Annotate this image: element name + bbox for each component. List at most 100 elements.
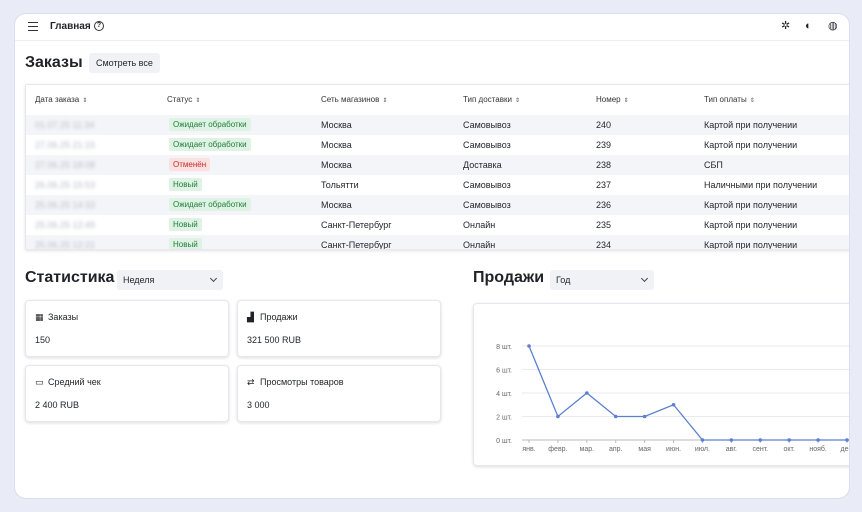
- data-point: [787, 438, 791, 442]
- y-tick-label: 8 шт.: [496, 344, 512, 351]
- table-row[interactable]: 01.07.25 11:34 Ожидает обработки Москва Сам…: [26, 115, 849, 135]
- sales-title: Продажи: [473, 269, 545, 286]
- status-badge: Новый: [169, 178, 202, 191]
- x-tick-label: авг.: [726, 446, 737, 453]
- app-window: Главная ? ✲ ◐ ◍ Заказы Смотреть все Дата…: [14, 13, 850, 499]
- cell-number: 234: [596, 240, 612, 250]
- chevron-down-icon: [640, 274, 649, 283]
- stat-card-value: 321 500 RUB: [247, 335, 302, 345]
- stat-card-sales: ▟ Продажи 321 500 RUB: [237, 300, 441, 357]
- status-badge: Ожидает обработки: [169, 138, 251, 151]
- cell-date: 25.06.25 12:49: [35, 220, 96, 230]
- bar-chart-icon: ▟: [247, 312, 254, 322]
- status-badge: Новый: [169, 238, 202, 249]
- question-circle-icon[interactable]: ?: [94, 21, 104, 31]
- x-tick-label: дек.: [841, 446, 851, 453]
- hamburger-menu-icon[interactable]: [28, 22, 38, 31]
- x-tick-label: янв.: [522, 446, 535, 453]
- y-tick-label: 6 шт.: [496, 368, 512, 375]
- globe-icon[interactable]: ◍: [828, 20, 838, 32]
- data-point: [816, 438, 820, 442]
- stat-card-label: Продажи: [260, 312, 298, 322]
- cell-number: 237: [596, 180, 612, 190]
- cell-payment: Картой при получении: [704, 140, 798, 150]
- cell-number: 238: [596, 160, 612, 170]
- views-icon: ⇄: [247, 377, 255, 387]
- cell-date: 27.06.25 21:15: [35, 140, 96, 150]
- table-row[interactable]: 25.06.25 14:33 Ожидает обработки Москва Сам…: [26, 195, 849, 215]
- cell-store: Санкт-Петербург: [321, 240, 392, 250]
- stat-card-value: 3 000: [247, 400, 270, 410]
- cell-date: 25.06.25 14:33: [35, 200, 96, 210]
- stat-card-product-views: ⇄ Просмотры товаров 3 000: [237, 365, 441, 422]
- orders-icon: ▦: [35, 312, 44, 322]
- cell-date: 27.06.25 18:08: [35, 160, 96, 170]
- x-tick-label: сент.: [752, 446, 768, 453]
- sort-icon: ⇕: [749, 98, 755, 104]
- sort-icon: ⇕: [82, 98, 88, 104]
- cell-delivery: Самовывоз: [463, 200, 511, 210]
- cell-store: Москва: [321, 120, 352, 130]
- column-header-date[interactable]: Дата заказа ⇕: [35, 95, 87, 104]
- column-header-status[interactable]: Статус ⇕: [167, 95, 200, 104]
- table-row[interactable]: 27.06.25 18:08 Отменён Москва Доставка 238 СБ…: [26, 155, 849, 175]
- status-badge: Ожидает обработки: [169, 198, 251, 211]
- status-badge: Отменён: [169, 158, 211, 171]
- see-all-button[interactable]: Смотреть все: [89, 53, 160, 73]
- cell-store: Тольятти: [321, 180, 359, 190]
- x-tick-label: нояб.: [809, 445, 827, 453]
- cell-payment: Картой при получении: [704, 240, 798, 250]
- column-header-number[interactable]: Номер ⇕: [596, 95, 629, 104]
- cell-delivery: Онлайн: [463, 220, 496, 230]
- cell-number: 239: [596, 140, 612, 150]
- table-row[interactable]: 26.06.25 15:53 Новый Тольятти Самовывоз 237 Н…: [26, 175, 849, 195]
- data-point: [845, 438, 849, 442]
- contrast-icon[interactable]: ◐: [805, 20, 812, 32]
- column-header-delivery[interactable]: Тип доставки ⇕: [463, 95, 520, 104]
- column-header-payment[interactable]: Тип оплаты ⇕: [704, 95, 755, 104]
- magic-wand-icon[interactable]: ✲: [781, 20, 790, 32]
- cell-payment: Наличными при получении: [704, 180, 818, 190]
- sales-chart-card: 0 шт. 2 шт. 4 шт. 6 шт. 8 шт. янв. февр. мар. ап…: [473, 303, 851, 466]
- cell-date: 25.06.25 12:21: [35, 240, 96, 250]
- sales-period-select[interactable]: Год: [550, 270, 654, 290]
- stat-card-label: Заказы: [48, 312, 79, 322]
- stat-card-label: Средний чек: [48, 377, 101, 387]
- x-tick-label: мая: [638, 446, 651, 453]
- data-point: [729, 438, 734, 442]
- y-tick-label: 4 шт.: [496, 391, 512, 398]
- table-row[interactable]: 25.06.25 12:21 Новый Санкт-Петербург Онлайн…: [26, 235, 849, 250]
- cell-payment: СБП: [704, 160, 723, 170]
- cell-payment: Картой при получении: [704, 200, 798, 210]
- data-point: [671, 402, 676, 407]
- table-row[interactable]: 25.06.25 12:49 Новый Санкт-Петербург Онлайн…: [26, 215, 849, 235]
- cell-number: 235: [596, 220, 612, 230]
- sales-line-chart: 0 шт. 2 шт. 4 шт. 6 шт. 8 шт. янв. февр. мар. ап…: [496, 344, 851, 453]
- statistics-title: Статистика: [25, 269, 115, 286]
- data-point: [556, 414, 560, 419]
- x-tick-label: февр.: [548, 446, 567, 453]
- statistics-period-select[interactable]: Неделя: [117, 270, 223, 290]
- cell-payment: Картой при получении: [704, 120, 798, 130]
- statistics-period-value: Неделя: [123, 275, 155, 285]
- table-row[interactable]: 27.06.25 21:15 Ожидает обработки Москва Сам…: [26, 135, 849, 155]
- cell-delivery: Самовывоз: [463, 140, 511, 150]
- column-header-store[interactable]: Сеть магазинов ⇕: [321, 95, 387, 104]
- cell-date: 01.07.25 11:34: [35, 120, 95, 130]
- orders-table: Дата заказа ⇕ Статус ⇕ Сеть магазинов ⇕ Тип…: [25, 84, 849, 250]
- cell-payment: Картой при получении: [704, 220, 798, 230]
- data-point: [758, 438, 763, 442]
- stat-card-average-check: ▭ Средний чек 2 400 RUB: [25, 365, 229, 422]
- data-point: [585, 391, 589, 395]
- data-point: [700, 438, 705, 442]
- table-header: Дата заказа ⇕ Статус ⇕ Сеть магазинов ⇕ Тип…: [26, 85, 849, 115]
- x-tick-label: апр.: [609, 446, 623, 453]
- cell-delivery: Доставка: [463, 160, 502, 170]
- sort-icon: ⇕: [623, 98, 629, 104]
- stat-card-orders: ▦ Заказы 150: [25, 300, 229, 357]
- y-tick-label: 0 шт.: [496, 438, 512, 445]
- x-tick-label: окт.: [783, 446, 794, 453]
- top-bar: Главная ? ✲ ◐ ◍: [15, 14, 849, 41]
- data-point: [613, 414, 618, 419]
- cell-store: Москва: [321, 140, 352, 150]
